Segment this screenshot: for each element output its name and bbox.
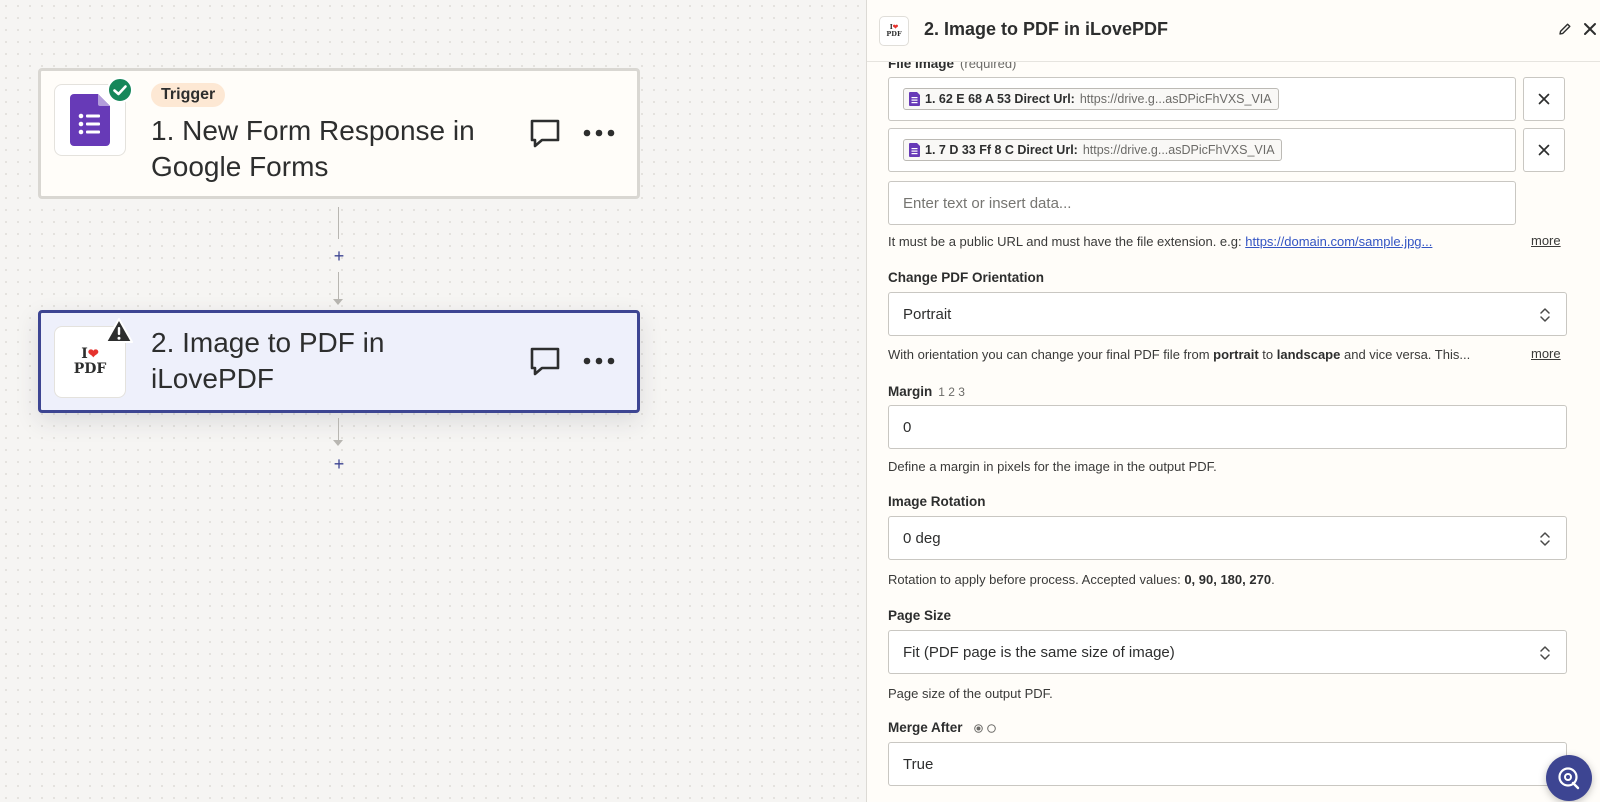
step-title: 1. New Form Response in Google Forms (151, 115, 475, 182)
margin-help: Define a margin in pixels for the image … (888, 459, 1217, 474)
help-text-part: to (1262, 347, 1274, 362)
ilovepdf-app-icon: I❤ PDF (879, 16, 909, 46)
chip-key: 1. 62 E 68 A 53 Direct Url: (925, 92, 1075, 106)
step-config-panel: I❤ PDF 2. Image to PDF in iLovePDF File … (866, 0, 1600, 802)
panel-body[interactable]: File Image (required) 1. 62 E 68 A 53 Dir… (867, 0, 1600, 802)
check-circle-icon (107, 77, 133, 103)
comment-icon[interactable] (529, 117, 561, 149)
file-image-input-1[interactable]: 1. 62 E 68 A 53 Direct Url: https://driv… (888, 77, 1516, 121)
chip-key: 1. 7 D 33 Ff 8 C Direct Url: (925, 143, 1078, 157)
chip-value: https://drive.g...asDPicFhVXS_VIA (1082, 143, 1275, 157)
select-value: True (903, 755, 934, 773)
close-icon (1538, 93, 1550, 105)
page-size-select[interactable]: Fit (PDF page is the same size of image) (888, 630, 1567, 674)
google-forms-icon (909, 143, 920, 157)
select-value: Fit (PDF page is the same size of image) (903, 643, 1175, 661)
help-text-part: With orientation you can change your fin… (888, 347, 1210, 362)
help-chat-button[interactable] (1546, 755, 1592, 801)
orientation-select[interactable]: Portrait (888, 292, 1567, 336)
connector-line (338, 418, 339, 440)
warning-icon (105, 318, 133, 343)
help-text-bold: landscape (1276, 347, 1341, 362)
connector-line (338, 272, 339, 300)
add-step-button[interactable]: + (331, 455, 347, 473)
help-chat-icon (1558, 767, 1580, 790)
field-type-hint (974, 724, 997, 733)
google-forms-icon (909, 92, 920, 106)
merge-after-label: Merge After (888, 720, 997, 735)
field-type-hint: 1 2 3 (938, 385, 965, 399)
add-step-button[interactable]: + (331, 247, 347, 265)
input-value: 0 (903, 418, 912, 436)
help-text-suffix: . (1271, 572, 1275, 587)
file-image-input-2[interactable]: 1. 7 D 33 Ff 8 C Direct Url: https://dri… (888, 128, 1516, 172)
margin-label: Margin 1 2 3 (888, 384, 965, 399)
help-text-part: and vice versa. This... (1343, 347, 1471, 362)
more-options-icon[interactable] (583, 356, 615, 366)
rotation-label: Image Rotation (888, 494, 986, 509)
radio-empty-icon (987, 724, 997, 733)
page-size-label: Page Size (888, 608, 952, 623)
connector-line (338, 207, 339, 239)
remove-item-button[interactable] (1523, 77, 1565, 121)
chip-value: https://drive.g...asDPicFhVXS_VIA (1079, 92, 1272, 106)
ilovepdf-icon: I❤ PDF (74, 347, 107, 377)
step-card-trigger[interactable]: Trigger 1. New Form Response in Google F… (38, 68, 640, 199)
connector-arrow (333, 440, 343, 446)
help-text-prefix: Rotation to apply before process. Accept… (888, 572, 1181, 587)
more-link[interactable]: more (1531, 233, 1561, 248)
step-card-action[interactable]: I❤ PDF 2. Image to PDF in iLovePDF (38, 310, 640, 413)
orientation-help: With orientation you can change your fin… (888, 347, 1508, 362)
merge-after-label-text: Merge After (888, 720, 963, 735)
comment-icon[interactable] (529, 345, 561, 377)
connector-arrow (333, 299, 343, 305)
heart-icon: ❤ (87, 347, 99, 362)
select-arrows-icon (1540, 308, 1550, 322)
remove-item-button[interactable] (1523, 128, 1565, 172)
google-forms-icon (70, 94, 110, 146)
panel-title: 2. Image to PDF in iLovePDF (924, 19, 1169, 39)
more-link[interactable]: more (1531, 346, 1561, 361)
select-arrows-icon (1540, 532, 1550, 546)
select-value: Portrait (903, 305, 952, 323)
logo-text: PDF (886, 30, 902, 38)
file-image-help: It must be a public URL and must have th… (888, 234, 1508, 249)
radio-selected-icon (974, 724, 984, 733)
logo-text: PDF (73, 361, 107, 377)
data-chip[interactable]: 1. 7 D 33 Ff 8 C Direct Url: https://dri… (903, 139, 1282, 161)
data-chip[interactable]: 1. 62 E 68 A 53 Direct Url: https://driv… (903, 88, 1279, 110)
rotation-help: Rotation to apply before process. Accept… (888, 572, 1508, 587)
margin-input[interactable]: 0 (888, 405, 1567, 449)
help-text-bold: portrait (1213, 347, 1259, 362)
example-url-link[interactable]: https://domain.com/sample.jpg... (1245, 234, 1432, 249)
help-text-bold: 0, 90, 180, 270 (1184, 572, 1272, 587)
merge-after-select[interactable]: True (888, 742, 1567, 786)
input-placeholder: Enter text or insert data... (903, 194, 1072, 212)
select-arrows-icon (1540, 646, 1550, 660)
select-value: 0 deg (903, 529, 941, 547)
rotation-select[interactable]: 0 deg (888, 516, 1567, 560)
trigger-badge: Trigger (151, 83, 226, 107)
more-options-icon[interactable] (583, 128, 615, 138)
ilovepdf-icon: I❤ PDF (886, 24, 901, 38)
orientation-label: Change PDF Orientation (888, 270, 1045, 285)
workflow-canvas[interactable]: Trigger 1. New Form Response in Google F… (0, 0, 866, 802)
close-icon[interactable] (1581, 20, 1599, 38)
pencil-icon[interactable] (1558, 22, 1572, 36)
close-icon (1538, 144, 1550, 156)
page-size-help: Page size of the output PDF. (888, 686, 1053, 701)
margin-label-text: Margin (888, 384, 933, 399)
step-title: 2. Image to PDF in iLovePDF (151, 327, 385, 394)
file-image-new-input[interactable]: Enter text or insert data... (888, 181, 1516, 225)
help-text-prefix: It must be a public URL and must have th… (888, 234, 1242, 249)
panel-header: I❤ PDF 2. Image to PDF in iLovePDF (867, 0, 1600, 62)
